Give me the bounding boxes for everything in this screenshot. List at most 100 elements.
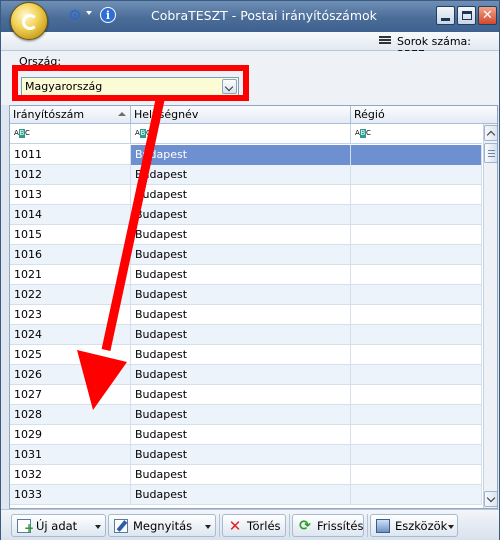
cell-city[interactable]: Budapest (131, 285, 351, 305)
table-row[interactable]: 1012 Budapest (10, 165, 482, 185)
cell-zip[interactable]: 1016 (10, 245, 131, 265)
tools-button[interactable]: Eszközök (370, 514, 458, 537)
cell-region[interactable] (351, 305, 482, 325)
minimize-button[interactable] (436, 6, 455, 25)
cell-city[interactable]: Budapest (131, 485, 351, 505)
vertical-scrollbar[interactable] (483, 124, 497, 508)
column-header-city[interactable]: Helységnév (131, 106, 351, 124)
table-row[interactable]: 1033 Budapest (10, 485, 482, 505)
cell-zip[interactable]: 1033 (10, 485, 131, 505)
chevron-down-icon[interactable] (95, 525, 101, 529)
cell-region[interactable] (351, 285, 482, 305)
cell-zip[interactable]: 1021 (10, 265, 131, 285)
table-row[interactable]: 1027 Budapest (10, 385, 482, 405)
new-record-button[interactable]: Új adat (11, 514, 106, 537)
cell-region[interactable] (351, 145, 482, 165)
cell-city[interactable]: Budapest (131, 445, 351, 465)
cell-region[interactable] (351, 485, 482, 505)
rows-icon (379, 36, 391, 46)
cell-region[interactable] (351, 165, 482, 185)
cell-zip[interactable]: 1015 (10, 225, 131, 245)
delete-button[interactable]: ✕ Törlés (222, 514, 286, 537)
open-record-button[interactable]: Megnyitás (108, 514, 216, 537)
cell-region[interactable] (351, 465, 482, 485)
table-row[interactable]: 1014 Budapest (10, 205, 482, 225)
scrollbar-thumb[interactable] (484, 143, 497, 163)
cell-zip[interactable]: 1024 (10, 325, 131, 345)
highlight-box-annotation (12, 65, 249, 101)
scroll-up-button[interactable] (484, 125, 497, 141)
cell-region[interactable] (351, 265, 482, 285)
app-orb-icon[interactable] (10, 2, 48, 40)
table-row[interactable]: 1015 Budapest (10, 225, 482, 245)
cell-zip[interactable]: 1014 (10, 205, 131, 225)
cell-city[interactable]: Budapest (131, 385, 351, 405)
table-row[interactable]: 1021 Budapest (10, 265, 482, 285)
table-row[interactable]: 1028 Budapest (10, 405, 482, 425)
cell-region[interactable] (351, 225, 482, 245)
table-row[interactable]: 1024 Budapest (10, 325, 482, 345)
cell-region[interactable] (351, 385, 482, 405)
cell-region[interactable] (351, 365, 482, 385)
table-row[interactable]: 1031 Budapest (10, 445, 482, 465)
cell-zip[interactable]: 1026 (10, 365, 131, 385)
cell-zip[interactable]: 1029 (10, 425, 131, 445)
table-row[interactable]: 1032 Budapest (10, 465, 482, 485)
filter-cell-city[interactable]: ABC (131, 124, 351, 144)
cell-zip[interactable]: 1013 (10, 185, 131, 205)
gear-icon[interactable]: ⚙ (67, 7, 83, 23)
table-row[interactable]: 1025 Budapest (10, 345, 482, 365)
cell-region[interactable] (351, 405, 482, 425)
cell-city[interactable]: Budapest (131, 305, 351, 325)
table-row[interactable]: 1022 Budapest (10, 285, 482, 305)
cell-zip[interactable]: 1027 (10, 385, 131, 405)
cell-region[interactable] (351, 425, 482, 445)
table-row[interactable]: 1029 Budapest (10, 425, 482, 445)
cell-city[interactable]: Budapest (131, 245, 351, 265)
scroll-down-button[interactable] (484, 491, 497, 507)
cell-region[interactable] (351, 205, 482, 225)
cell-zip[interactable]: 1031 (10, 445, 131, 465)
quick-access-caret-icon[interactable] (86, 11, 92, 15)
cell-zip[interactable]: 1011 (10, 145, 131, 165)
table-row[interactable]: 1011 Budapest (10, 145, 482, 165)
column-header-region[interactable]: Régió (351, 106, 497, 124)
cell-city[interactable]: Budapest (131, 165, 351, 185)
cell-city[interactable]: Budapest (131, 345, 351, 365)
table-row[interactable]: 1013 Budapest (10, 185, 482, 205)
chevron-down-icon[interactable] (448, 525, 454, 529)
cell-region[interactable] (351, 185, 482, 205)
cell-city[interactable]: Budapest (131, 205, 351, 225)
table-row[interactable]: 1016 Budapest (10, 245, 482, 265)
cell-city[interactable]: Budapest (131, 365, 351, 385)
cell-city[interactable]: Budapest (131, 265, 351, 285)
close-button[interactable]: ✕ (478, 6, 497, 25)
cell-city[interactable]: Budapest (131, 145, 351, 165)
cell-zip[interactable]: 1032 (10, 465, 131, 485)
filter-cell-region[interactable]: ABC (351, 124, 482, 144)
cell-region[interactable] (351, 325, 482, 345)
chevron-down-icon[interactable] (205, 525, 211, 529)
table-row[interactable]: 1023 Budapest (10, 305, 482, 325)
cell-city[interactable]: Budapest (131, 185, 351, 205)
cell-city[interactable]: Budapest (131, 225, 351, 245)
cell-zip[interactable]: 1012 (10, 165, 131, 185)
cell-zip[interactable]: 1023 (10, 305, 131, 325)
cell-region[interactable] (351, 245, 482, 265)
cell-zip[interactable]: 1028 (10, 405, 131, 425)
refresh-button[interactable]: ⟳ Frissítés (292, 514, 364, 537)
cell-city[interactable]: Budapest (131, 465, 351, 485)
cell-city[interactable]: Budapest (131, 405, 351, 425)
filter-cell-zip[interactable]: ABC (10, 124, 131, 144)
cell-region[interactable] (351, 445, 482, 465)
cell-region[interactable] (351, 345, 482, 365)
column-header-zip[interactable]: Irányítószám (10, 106, 131, 124)
cell-city[interactable]: Budapest (131, 325, 351, 345)
cell-zip[interactable]: 1025 (10, 345, 131, 365)
table-row[interactable]: 1026 Budapest (10, 365, 482, 385)
info-icon[interactable]: i (100, 7, 116, 23)
cell-city[interactable]: Budapest (131, 425, 351, 445)
cell-zip[interactable]: 1022 (10, 285, 131, 305)
window-title: CobraTESZT - Postai irányítószámok (151, 8, 377, 23)
maximize-button[interactable] (457, 6, 476, 25)
